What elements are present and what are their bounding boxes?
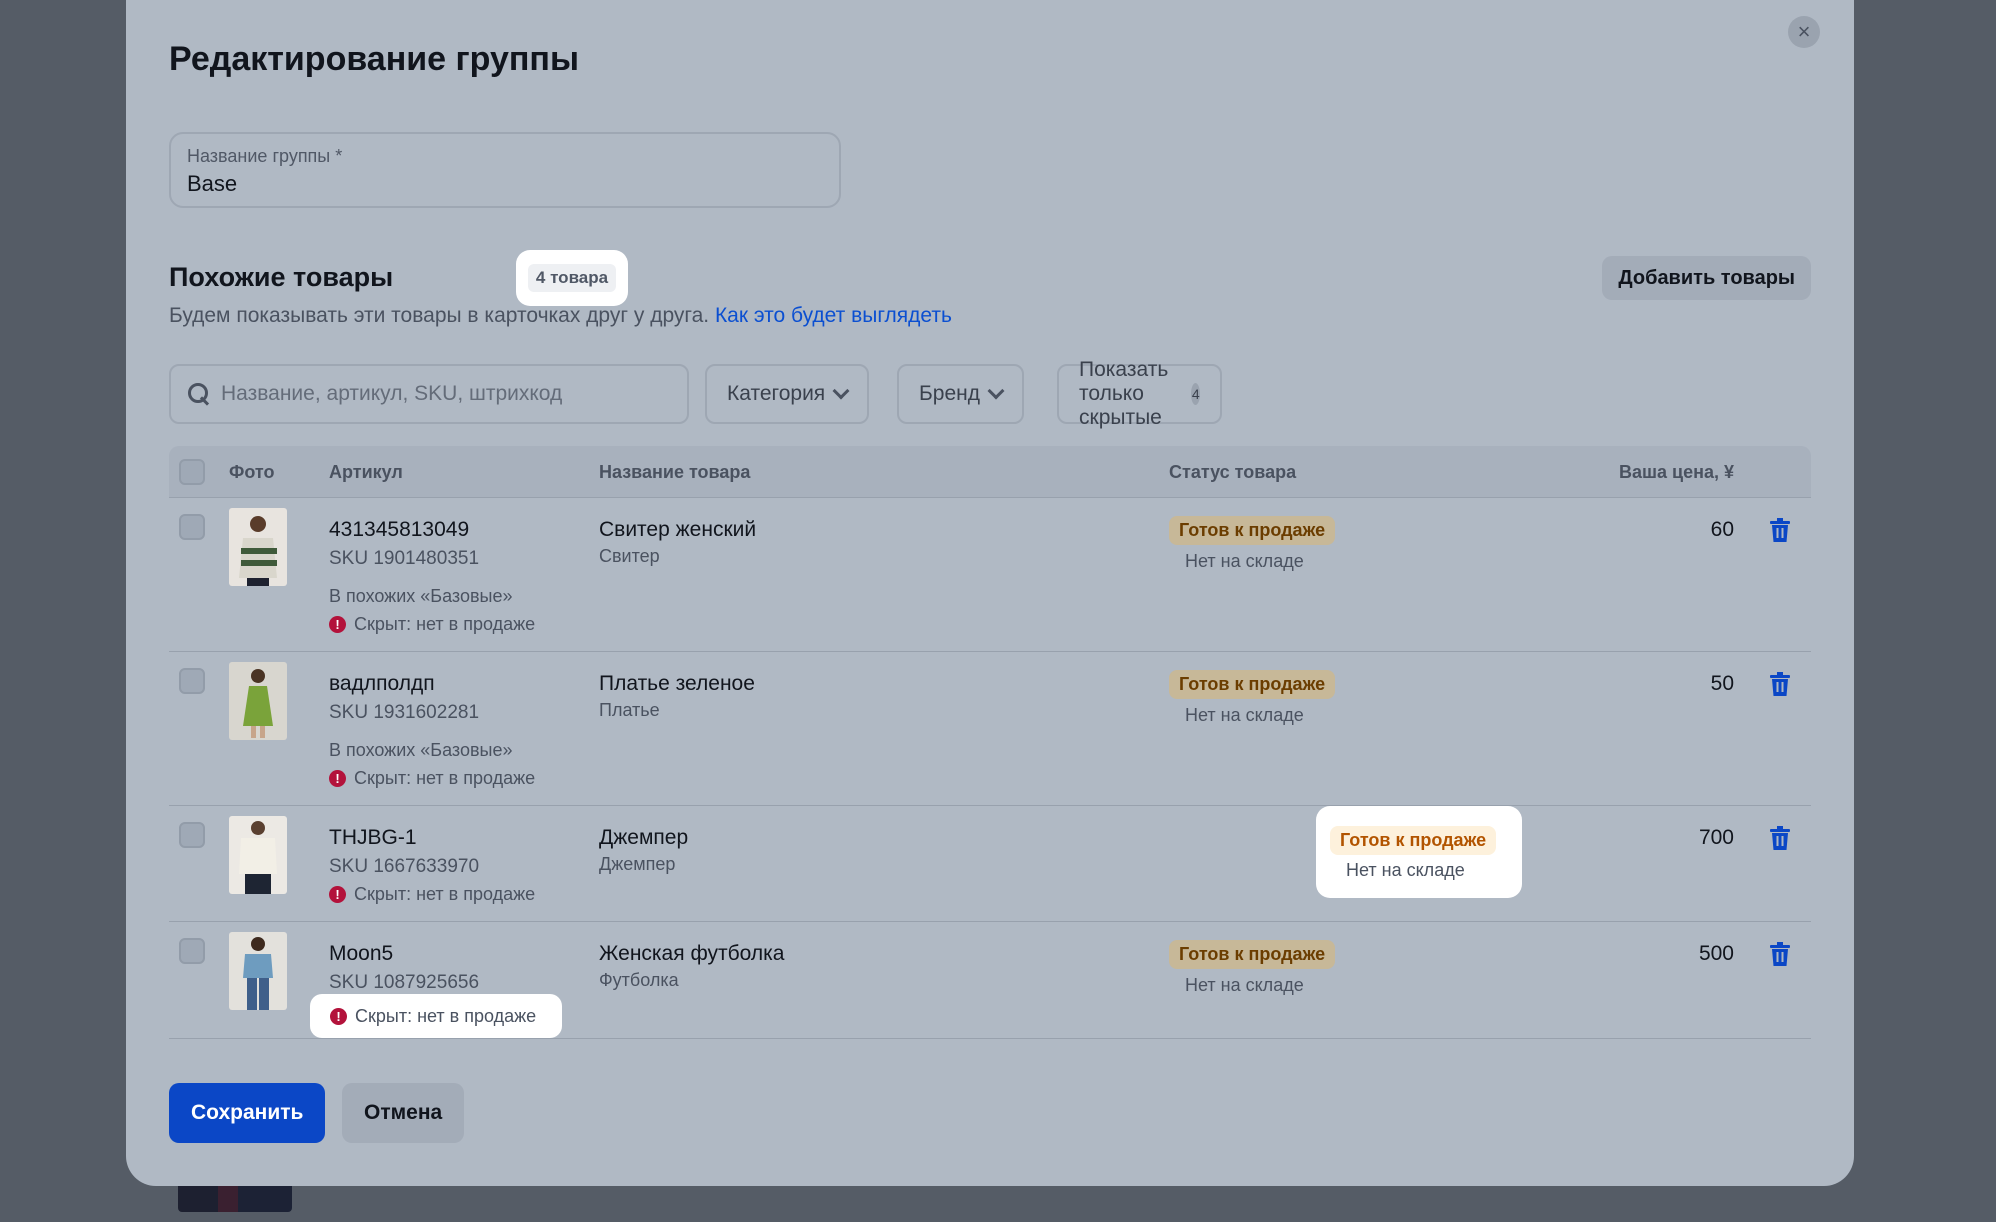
chevron-down-icon: [987, 382, 1005, 400]
header-article: Артикул: [329, 462, 403, 482]
warning-icon: !: [329, 770, 346, 787]
product-category: Свитер: [599, 546, 660, 566]
warning-icon: !: [330, 1007, 347, 1025]
row-checkbox[interactable]: [179, 668, 205, 694]
similar-products-description: Будем показывать эти товары в карточках …: [169, 304, 952, 328]
close-icon[interactable]: ×: [1788, 16, 1820, 48]
products-table: Фото Артикул Название товара Статус това…: [169, 446, 1811, 1039]
add-products-button[interactable]: Добавить товары: [1602, 256, 1811, 300]
group-name-label: Название группы *: [187, 146, 343, 166]
modal-title: Редактирование группы: [169, 40, 579, 78]
count-badge: 4 товара: [527, 264, 617, 292]
hidden-note-text: Скрыт: нет в продаже: [354, 614, 536, 634]
in-similar-note: В похожих «Базовые»: [329, 740, 513, 760]
product-photo: [229, 662, 287, 740]
table-row: 431345813049 SKU 1901480351 В похожих «Б…: [169, 498, 1811, 652]
stock-status: Нет на складе: [1346, 860, 1465, 880]
preview-link[interactable]: Как это будет выглядеть: [715, 304, 952, 327]
row-checkbox[interactable]: [179, 514, 205, 540]
product-price: 500: [1698, 942, 1734, 965]
highlighted-status: Готов к продаже Нет на складе: [1316, 806, 1522, 898]
product-category: Футболка: [599, 970, 679, 990]
stock-status: Нет на складе: [1185, 705, 1304, 725]
product-category: Джемпер: [599, 854, 676, 874]
product-status: Готов к продаже Нет на складе: [1169, 516, 1336, 572]
description-text: Будем показывать эти товары в карточках …: [169, 304, 710, 327]
hidden-count-badge: 4: [1191, 383, 1201, 405]
brand-filter-label: Бренд: [919, 382, 980, 405]
status-badge: Готов к продаже: [1169, 516, 1336, 545]
product-price: 60: [1710, 518, 1734, 541]
header-price: Ваша цена, ¥: [1619, 462, 1734, 482]
show-hidden-label: Показать только скрытые: [1079, 358, 1169, 429]
product-name: Женская футболка: [599, 942, 785, 965]
product-status: Готов к продаже Нет на складе: [1169, 940, 1336, 996]
hidden-note-text: Скрыт: нет в продаже: [355, 1005, 537, 1026]
product-sku: SKU 1931602281: [329, 702, 480, 723]
brand-filter[interactable]: Бренд: [897, 364, 1024, 424]
search-icon: [187, 382, 211, 406]
status-badge: Готов к продаже: [1169, 940, 1336, 969]
save-button[interactable]: Сохранить: [169, 1083, 326, 1143]
chevron-down-icon: [832, 382, 850, 400]
category-filter-label: Категория: [727, 382, 826, 405]
select-all-checkbox[interactable]: [179, 459, 205, 485]
product-name: Платье зеленое: [599, 672, 755, 695]
group-name-value[interactable]: Base: [187, 171, 823, 197]
product-article: THJBG-1: [329, 826, 417, 849]
product-status: Готов к продаже Нет на складе: [1169, 670, 1336, 726]
hidden-note: ! Скрыт: нет в продаже: [329, 884, 535, 905]
count-badge-highlight: 4 товара: [516, 250, 628, 306]
row-checkbox[interactable]: [179, 938, 205, 964]
show-hidden-filter[interactable]: Показать только скрытые 4: [1057, 358, 1223, 429]
table-header: Фото Артикул Название товара Статус това…: [169, 446, 1811, 498]
hidden-note: ! Скрыт: нет в продаже: [329, 614, 535, 635]
product-article: 431345813049: [329, 518, 470, 541]
table-row: вадлполдп SKU 1931602281 В похожих «Базо…: [169, 652, 1811, 806]
search-box[interactable]: [169, 364, 689, 424]
warning-icon: !: [329, 886, 346, 903]
product-photo: [229, 816, 287, 894]
row-checkbox[interactable]: [179, 822, 205, 848]
warning-icon: !: [329, 616, 346, 633]
product-photo: [229, 932, 287, 1010]
trash-icon[interactable]: [1769, 672, 1791, 696]
product-photo: [229, 508, 287, 586]
product-sku: SKU 1901480351: [329, 548, 480, 569]
trash-icon[interactable]: [1769, 518, 1791, 542]
header-status: Статус товара: [1169, 462, 1297, 482]
product-sku: SKU 1667633970: [329, 856, 480, 877]
header-photo: Фото: [229, 462, 275, 482]
cancel-button[interactable]: Отмена: [342, 1083, 465, 1143]
product-name: Свитер женский: [599, 518, 757, 541]
status-badge: Готов к продаже: [1330, 826, 1497, 855]
similar-products-title: Похожие товары: [169, 262, 394, 292]
product-name: Джемпер: [599, 826, 689, 849]
product-price: 50: [1710, 672, 1734, 695]
hidden-note-text: Скрыт: нет в продаже: [354, 884, 536, 904]
highlighted-hidden-note: ! Скрыт: нет в продаже: [310, 994, 562, 1038]
stock-status: Нет на складе: [1185, 551, 1304, 571]
trash-icon[interactable]: [1769, 942, 1791, 966]
product-price: 700: [1698, 826, 1734, 849]
status-badge: Готов к продаже: [1169, 670, 1336, 699]
in-similar-note: В похожих «Базовые»: [329, 586, 513, 606]
hidden-note: ! Скрыт: нет в продаже: [329, 768, 535, 789]
category-filter[interactable]: Категория: [705, 364, 870, 424]
group-name-field[interactable]: Название группы * Base: [169, 132, 841, 208]
table-row: THJBG-1 SKU 1667633970 ! Скрыт: нет в пр…: [169, 806, 1811, 922]
trash-icon[interactable]: [1769, 826, 1791, 850]
header-name: Название товара: [599, 462, 751, 482]
product-article: вадлполдп: [329, 672, 435, 695]
product-sku: SKU 1087925656: [329, 972, 480, 993]
product-article: Moon5: [329, 942, 394, 965]
stock-status: Нет на складе: [1185, 975, 1304, 995]
hidden-note-text: Скрыт: нет в продаже: [354, 768, 536, 788]
product-category: Платье: [599, 700, 660, 720]
search-input[interactable]: [221, 382, 661, 406]
